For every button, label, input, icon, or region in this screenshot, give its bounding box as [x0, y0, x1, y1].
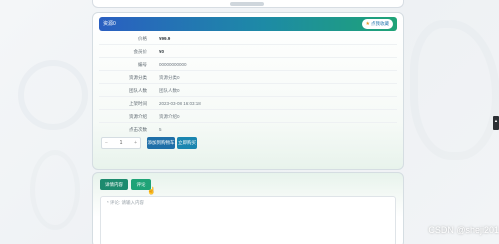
detail-value: ¥0 — [159, 49, 165, 54]
tab-details[interactable]: 详情内容 — [100, 179, 128, 190]
detail-value: 2023-03-08 16:03:18 — [159, 101, 201, 106]
mouse-cursor-icon: ☝ — [147, 188, 156, 195]
detail-value: 资源介绍0 — [159, 114, 180, 119]
detail-label: 资源分类 — [129, 75, 147, 80]
background-decoration — [410, 20, 499, 160]
quantity-input[interactable]: 1 — [117, 140, 126, 146]
background-decoration — [18, 60, 88, 130]
favorite-button-label: 点我收藏 — [371, 21, 389, 26]
detail-value: ¥99.9 — [159, 36, 171, 41]
decrement-button[interactable]: − — [102, 140, 111, 146]
detail-value: 00000000000 — [159, 62, 187, 67]
card-header: 资源0 ★ 点我收藏 — [99, 17, 397, 31]
content-tabs-card: 详情内容 评论 ☝ * 评论: 请输入内容 — [92, 172, 404, 244]
detail-value: 资源分类0 — [159, 75, 180, 80]
detail-label: 编号 — [138, 62, 147, 67]
detail-value: 5 — [159, 127, 162, 132]
detail-label: 点击次数 — [129, 127, 147, 132]
detail-row-member-price: 会员价 ¥0 — [99, 46, 397, 58]
star-icon: ★ — [365, 21, 370, 27]
page-title: 资源0 — [103, 21, 116, 27]
resource-detail-card: 资源0 ★ 点我收藏 价格 ¥99.9 会员价 ¥0 编号 0000000000… — [92, 12, 404, 170]
detail-label: 团队人数 — [129, 88, 147, 93]
detail-row-clicks: 点击次数 5 — [99, 124, 397, 136]
detail-label: 价格 — [138, 36, 147, 41]
add-to-cart-button[interactable]: 添加到购物车 — [147, 137, 175, 149]
detail-label: 资源介绍 — [129, 114, 147, 119]
detail-label: 上架时间 — [129, 101, 147, 106]
arrow-up-icon: ▲ — [494, 118, 498, 123]
buy-now-button[interactable]: 立即购买 — [177, 137, 197, 149]
detail-label: 会员价 — [133, 49, 148, 54]
detail-row-description: 资源介绍 资源介绍0 — [99, 111, 397, 123]
previous-section-card — [92, 0, 404, 8]
increment-button[interactable]: + — [131, 140, 140, 146]
quantity-stepper: − 1 + — [101, 137, 141, 149]
background-decoration — [30, 150, 80, 230]
comment-textarea[interactable]: * 评论: 请输入内容 — [100, 196, 396, 244]
watermark: CSDN @sheji201 — [428, 225, 499, 235]
card-divider — [230, 2, 264, 6]
detail-row-code: 编号 00000000000 — [99, 59, 397, 71]
detail-row-listed-time: 上架时间 2023-03-08 16:03:18 — [99, 98, 397, 110]
detail-row-category: 资源分类 资源分类0 — [99, 72, 397, 84]
detail-value: 团队人数0 — [159, 88, 180, 93]
back-to-top-button[interactable]: ▲ — [493, 116, 499, 130]
detail-row-team-size: 团队人数 团队人数0 — [99, 85, 397, 97]
detail-row-price: 价格 ¥99.9 — [99, 33, 397, 45]
favorite-button[interactable]: ★ 点我收藏 — [361, 19, 393, 29]
